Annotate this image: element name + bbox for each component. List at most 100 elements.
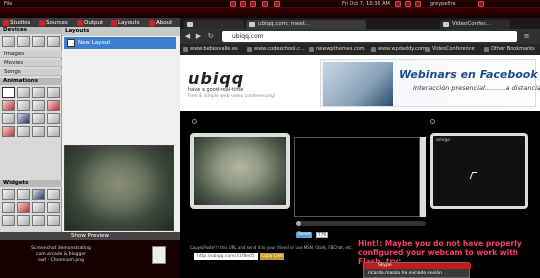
sidebar-item-songs[interactable]: Songs bbox=[0, 69, 62, 76]
tab-studios[interactable]: Studios bbox=[2, 19, 36, 27]
banner-photo bbox=[323, 62, 393, 106]
conference-area: amigo Tweet 776 Copy&Paste!!! this URL a… bbox=[180, 111, 540, 278]
widget-thumb[interactable] bbox=[47, 215, 60, 226]
favicon-icon bbox=[249, 22, 255, 27]
file-icon[interactable] bbox=[152, 246, 166, 264]
widget-thumb[interactable] bbox=[2, 189, 15, 200]
site-header: ubiqq have a good-real-time Free & simpl… bbox=[180, 55, 540, 111]
animation-thumb[interactable] bbox=[2, 126, 15, 137]
wrench-icon[interactable]: ≡ bbox=[522, 32, 531, 41]
copy-instructions: Copy&Paste!!! this URL and send it to yo… bbox=[190, 245, 353, 250]
tray-icon[interactable] bbox=[395, 1, 401, 7]
widget-thumb[interactable] bbox=[47, 202, 60, 213]
devices-grid bbox=[2, 36, 60, 47]
back-icon[interactable]: ◀ bbox=[183, 32, 192, 41]
animation-thumb[interactable] bbox=[47, 113, 60, 124]
room-link-field[interactable]: http://ubiqq.com/31f8e05 bbox=[194, 253, 258, 260]
tray-icon[interactable] bbox=[240, 1, 246, 7]
device-thumb[interactable] bbox=[17, 36, 30, 47]
device-thumb[interactable] bbox=[2, 36, 15, 47]
sources-sidebar: Devices Images Movies Songs Animations W… bbox=[0, 27, 62, 240]
tray-icon[interactable] bbox=[405, 1, 411, 7]
bookmark-item[interactable]: www.bebesvalle.es bbox=[182, 45, 238, 54]
address-bar-row: ◀ ▶ ↻ ubiqq.com ≡ bbox=[180, 29, 540, 44]
skype-notification[interactable]: Skype ricardo.manzo ha iniciado sesión bbox=[363, 262, 471, 278]
animation-thumb[interactable] bbox=[17, 126, 30, 137]
browser-tab[interactable]: ubiqq.com: meet... bbox=[246, 20, 366, 29]
new-layout-item[interactable]: New Layout bbox=[64, 37, 176, 49]
widget-thumb[interactable] bbox=[17, 215, 30, 226]
tray-icon[interactable] bbox=[415, 1, 421, 7]
tweet-button[interactable]: Tweet bbox=[296, 232, 312, 238]
bookmark-icon bbox=[247, 47, 252, 52]
widget-thumb[interactable] bbox=[17, 189, 30, 200]
url-input[interactable]: ubiqq.com bbox=[222, 31, 517, 42]
browser-tab[interactable] bbox=[184, 20, 244, 29]
sidebar-item-movies[interactable]: Movies bbox=[0, 60, 62, 67]
animation-thumb[interactable] bbox=[2, 113, 15, 124]
animation-thumb[interactable] bbox=[47, 126, 60, 137]
section-widgets[interactable]: Widgets bbox=[0, 180, 62, 187]
chat-panel[interactable]: amigo bbox=[430, 133, 528, 209]
animation-thumb[interactable] bbox=[32, 100, 45, 111]
animation-thumb[interactable] bbox=[17, 87, 30, 98]
animation-thumb[interactable] bbox=[32, 113, 45, 124]
tray-icon[interactable] bbox=[262, 1, 268, 7]
forward-icon[interactable]: ▶ bbox=[194, 32, 203, 41]
device-thumb[interactable] bbox=[32, 36, 45, 47]
settings-icon[interactable] bbox=[192, 119, 197, 124]
site-logo[interactable]: ubiqq bbox=[188, 69, 244, 88]
layouts-icon bbox=[111, 20, 117, 26]
tab-sources[interactable]: Sources bbox=[38, 19, 74, 27]
output-icon bbox=[77, 20, 83, 26]
tray-icon[interactable] bbox=[250, 1, 256, 7]
sidebar-item-images[interactable]: Images bbox=[0, 51, 62, 58]
animation-thumb[interactable] bbox=[17, 100, 30, 111]
tab-output[interactable]: Output bbox=[76, 19, 108, 27]
webinar-banner[interactable]: Webinars en Facebook Interacción presenc… bbox=[320, 59, 540, 107]
widget-thumb[interactable] bbox=[2, 202, 15, 213]
widget-thumb[interactable] bbox=[32, 189, 45, 200]
settings-icon[interactable] bbox=[430, 119, 435, 124]
browser-tab[interactable]: VideoConfer... bbox=[440, 20, 510, 29]
widget-thumb[interactable] bbox=[2, 215, 15, 226]
bookmark-icon bbox=[371, 47, 376, 52]
reload-icon[interactable]: ↻ bbox=[206, 32, 215, 41]
tab-about[interactable]: About bbox=[148, 19, 180, 27]
bookmark-icon bbox=[425, 47, 430, 52]
animation-thumb[interactable] bbox=[17, 113, 30, 124]
scrollbar[interactable] bbox=[420, 137, 426, 217]
animation-thumb[interactable] bbox=[47, 87, 60, 98]
animation-thumb[interactable] bbox=[2, 100, 15, 111]
animation-thumb[interactable] bbox=[32, 87, 45, 98]
power-icon[interactable] bbox=[478, 1, 484, 7]
bookmark-item[interactable]: VideoConference bbox=[424, 45, 475, 54]
web-page: ubiqq have a good-real-time Free & simpl… bbox=[180, 55, 540, 278]
widget-thumb[interactable] bbox=[47, 189, 60, 200]
user-name[interactable]: greypefire bbox=[430, 0, 456, 8]
section-devices[interactable]: Devices bbox=[0, 27, 62, 34]
widget-thumb[interactable] bbox=[17, 202, 30, 213]
copy-link-button[interactable]: Copy Link bbox=[260, 253, 284, 260]
tab-layouts[interactable]: Layouts bbox=[110, 19, 146, 27]
bookmark-folder[interactable]: Other Bookmarks bbox=[483, 45, 535, 54]
tray-icon[interactable] bbox=[230, 1, 236, 7]
tray-icon[interactable] bbox=[274, 1, 280, 7]
notification-title: Skype bbox=[364, 263, 471, 269]
bookmark-icon bbox=[183, 47, 188, 52]
bookmark-item[interactable]: www.codeschool.c... bbox=[246, 45, 305, 54]
bookmark-item[interactable]: newwpthemes.com bbox=[308, 45, 365, 54]
animation-thumb[interactable] bbox=[47, 100, 60, 111]
show-preview-button[interactable]: Show Preview bbox=[0, 232, 180, 240]
clock[interactable]: Fri Oct 7, 10:36 AM bbox=[342, 0, 390, 8]
device-thumb[interactable] bbox=[47, 36, 60, 47]
bookmark-item[interactable]: www.wpdaddy.com bbox=[370, 45, 426, 54]
animation-thumb[interactable] bbox=[2, 87, 15, 98]
section-animations[interactable]: Animations bbox=[0, 78, 62, 85]
tweet-count: 776 bbox=[316, 232, 328, 238]
widget-thumb[interactable] bbox=[32, 215, 45, 226]
animation-thumb[interactable] bbox=[32, 126, 45, 137]
layout-icon bbox=[67, 39, 75, 47]
widget-thumb[interactable] bbox=[32, 202, 45, 213]
app-menu[interactable]: File bbox=[4, 0, 12, 8]
